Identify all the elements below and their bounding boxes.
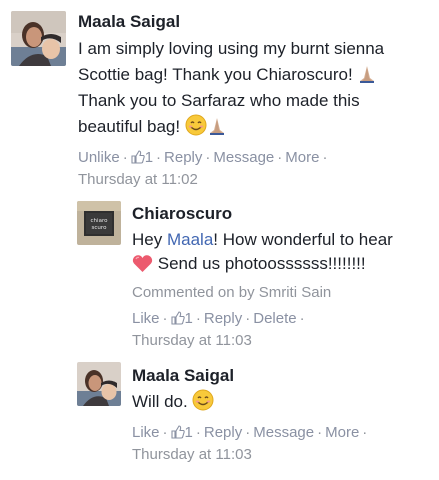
comment-line: Thank you to Sarfaraz who made this — [78, 91, 360, 110]
praying-hands-emoji — [207, 116, 227, 136]
more-link[interactable]: More — [325, 424, 359, 441]
comment-author[interactable]: Maala Saigal — [132, 366, 234, 386]
reply-link[interactable]: Reply — [204, 424, 242, 441]
comment-actions: Unlike · 1 · Reply · Message · More · — [78, 149, 328, 166]
comment-actions: Like · 1 · Reply · Message · More · — [132, 424, 368, 441]
heart-emoji — [132, 254, 153, 273]
delete-link[interactable]: Delete — [253, 310, 296, 327]
comment-text: Will do. — [132, 389, 432, 414]
comment-timestamp[interactable]: Thursday at 11:03 — [132, 332, 252, 350]
like-count[interactable]: 1 — [131, 149, 153, 166]
thumbs-up-icon — [170, 311, 185, 325]
comment-timestamp[interactable]: Thursday at 11:03 — [132, 446, 252, 464]
message-link[interactable]: Message — [253, 424, 314, 441]
avatar[interactable] — [77, 362, 121, 406]
comment-line: Send us photoossssss!!!!!!!! — [132, 252, 437, 276]
svg-text:chiaro: chiaro — [91, 218, 109, 224]
comment-1: Maala Saigal I am simply loving using my… — [0, 0, 439, 195]
message-link[interactable]: Message — [213, 149, 274, 166]
svg-text:scuro: scuro — [92, 225, 108, 231]
comment-text: I am simply loving using my burnt sienna… — [78, 36, 438, 140]
like-count[interactable]: 1 — [170, 310, 193, 327]
thumbs-up-icon — [131, 150, 145, 164]
avatar[interactable]: chiaro scuro — [77, 201, 121, 245]
thumbs-up-icon — [170, 425, 185, 439]
comment-text: Hey Maala! How wonderful to hear Send us… — [132, 228, 437, 276]
comment-author[interactable]: Chiaroscuro — [132, 204, 232, 224]
comment-3: Maala Saigal Will do. Like · 1 · Reply · Messa… — [0, 355, 439, 480]
reply-link[interactable]: Reply — [204, 310, 242, 327]
comment-author[interactable]: Maala Saigal — [78, 12, 180, 32]
comment-actions: Like · 1 · Reply · Delete · — [132, 310, 305, 327]
comment-line: Hey Maala! How wonderful to hear — [132, 230, 393, 249]
comment-attribution: Commented on by Smriti Sain — [132, 284, 332, 301]
smiling-face-emoji — [192, 389, 214, 411]
praying-hands-emoji — [357, 64, 377, 84]
like-link[interactable]: Like — [132, 424, 160, 441]
reply-link[interactable]: Reply — [164, 149, 202, 166]
more-link[interactable]: More — [285, 149, 319, 166]
like-count[interactable]: 1 — [170, 424, 193, 441]
smiling-face-emoji — [185, 114, 207, 136]
comment-2: chiaro scuro Chiaroscuro Hey Maala! How … — [0, 195, 439, 355]
mention-link[interactable]: Maala — [167, 230, 213, 249]
comment-line: I am simply loving using my burnt sienna — [78, 39, 385, 58]
unlike-link[interactable]: Unlike — [78, 149, 120, 166]
comment-line: Scottie bag! Thank you Chiaroscuro! — [78, 62, 438, 88]
comment-timestamp[interactable]: Thursday at 11:02 — [78, 171, 198, 189]
like-link[interactable]: Like — [132, 310, 160, 327]
comment-line: beautiful bag! — [78, 114, 438, 140]
avatar[interactable] — [11, 11, 66, 66]
